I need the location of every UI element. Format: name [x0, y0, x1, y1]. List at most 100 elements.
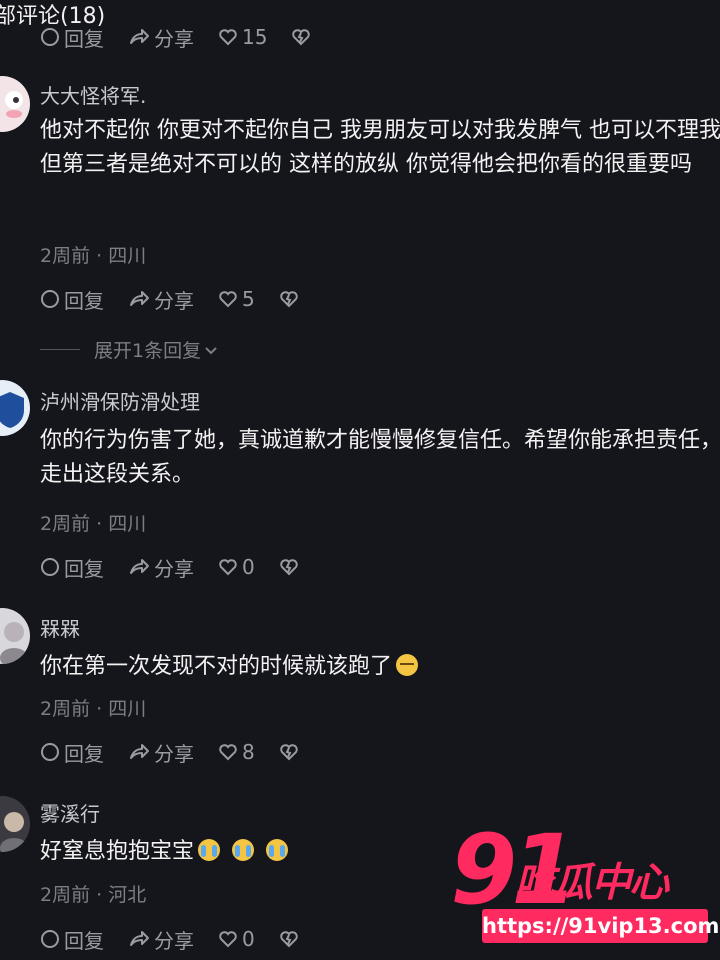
like-button[interactable]: 0 — [218, 555, 255, 579]
prev-comment-actions: 回复 分享 15 — [40, 23, 339, 52]
comment-username[interactable]: 大大怪将军. — [40, 80, 146, 109]
heart-icon — [219, 931, 237, 948]
share-label: 分享 — [154, 556, 194, 581]
comment-time: 2周前 — [40, 698, 91, 720]
comment-username[interactable]: 槑槑 — [40, 613, 80, 642]
comment-actions: 回复 分享 8 — [40, 738, 327, 767]
share-label: 分享 — [154, 741, 194, 766]
sleepy-face-emoji-icon — [396, 654, 419, 676]
avatar[interactable] — [0, 796, 30, 852]
expand-replies-button[interactable]: 展开1条回复 — [40, 336, 219, 363]
dislike-button[interactable] — [279, 929, 303, 949]
broken-heart-icon — [279, 559, 298, 576]
broken-heart-icon — [279, 744, 298, 761]
comment-time: 2周前 — [40, 245, 91, 267]
comment-icon — [41, 930, 59, 948]
like-button[interactable]: 15 — [218, 25, 267, 49]
heart-icon — [219, 291, 237, 308]
crying-face-emoji-icon — [232, 839, 255, 861]
comment-location: 河北 — [108, 884, 147, 906]
heart-icon — [219, 559, 237, 576]
comment-time: 2周前 — [40, 884, 91, 906]
broken-heart-icon — [292, 29, 311, 46]
cartoon-avatar-icon — [5, 91, 23, 118]
shield-logo-icon — [0, 392, 24, 428]
divider — [40, 349, 80, 350]
like-count: 15 — [242, 25, 268, 49]
comment-meta: 2周前 · 河北 — [40, 884, 147, 906]
share-label: 分享 — [154, 928, 194, 953]
chevron-down-icon — [205, 346, 217, 354]
comment-meta: 2周前 · 四川 — [40, 513, 147, 535]
reply-button[interactable]: 回复 — [40, 925, 104, 954]
like-count: 8 — [242, 740, 255, 764]
heart-icon — [219, 29, 237, 46]
like-button[interactable]: 5 — [218, 287, 255, 311]
watermark-logo-name: 吃瓜中心 — [515, 860, 669, 906]
crying-face-emoji-icon — [198, 839, 221, 861]
like-button[interactable]: 0 — [218, 927, 255, 951]
dislike-button[interactable] — [291, 27, 315, 47]
crying-face-emoji-icon — [266, 839, 289, 861]
comment-icon — [41, 743, 59, 761]
share-label: 分享 — [154, 288, 194, 313]
reply-label: 回复 — [64, 741, 104, 766]
comment-actions: 回复 分享 0 — [40, 553, 327, 582]
avatar[interactable] — [0, 380, 30, 436]
heart-icon — [219, 744, 237, 761]
share-icon — [130, 559, 149, 574]
reply-label: 回复 — [64, 556, 104, 581]
person-avatar-icon — [0, 622, 28, 664]
share-icon — [130, 291, 149, 306]
comment-meta: 2周前 · 四川 — [40, 698, 147, 720]
reply-button[interactable]: 回复 — [40, 285, 104, 314]
comment-text: 你在第一次发现不对的时候就该跑了 — [40, 654, 393, 679]
share-button[interactable]: 分享 — [128, 285, 194, 314]
like-count: 5 — [242, 287, 255, 311]
share-button[interactable]: 分享 — [128, 23, 194, 52]
comment-actions: 回复 分享 5 — [40, 285, 327, 314]
avatar[interactable] — [0, 608, 30, 664]
expand-replies-label: 展开1条回复 — [94, 340, 202, 362]
comment-icon — [41, 558, 59, 576]
comment-icon — [41, 28, 59, 46]
comment-icon — [41, 290, 59, 308]
comment-text-row: 你在第一次发现不对的时候就该跑了 — [40, 650, 720, 684]
comment-username[interactable]: 雾溪行 — [40, 798, 100, 827]
watermark-url: https://91vip13.com — [482, 909, 719, 943]
reply-button[interactable]: 回复 — [40, 738, 104, 767]
comment-actions: 回复 分享 0 — [40, 925, 327, 954]
share-button[interactable]: 分享 — [128, 925, 194, 954]
reply-label: 回复 — [64, 928, 104, 953]
comment-text: 他对不起你 你更对不起你自己 我男朋友可以对我发脾气 也可以不理我 但第三者是绝… — [40, 118, 720, 177]
comment-username[interactable]: 泸州滑保防滑处理 — [40, 386, 200, 415]
comment-text-row: 好窒息抱抱宝宝 — [40, 835, 460, 869]
comment-location: 四川 — [108, 513, 147, 535]
comment-meta: 2周前 · 四川 — [40, 245, 147, 267]
comment-location: 四川 — [108, 698, 147, 720]
reply-button[interactable]: 回复 — [40, 553, 104, 582]
comment-location: 四川 — [108, 245, 147, 267]
reply-label: 回复 — [64, 288, 104, 313]
share-icon — [130, 931, 149, 946]
dislike-button[interactable] — [279, 289, 303, 309]
dislike-button[interactable] — [279, 557, 303, 577]
dislike-button[interactable] — [279, 742, 303, 762]
share-icon — [130, 29, 149, 44]
reply-label: 回复 — [64, 26, 104, 51]
broken-heart-icon — [279, 291, 298, 308]
person-avatar-icon — [0, 812, 28, 852]
share-label: 分享 — [154, 26, 194, 51]
like-count: 0 — [242, 555, 255, 579]
like-button[interactable]: 8 — [218, 740, 255, 764]
comment-text: 你的行为伤害了她，真诚道歉才能慢慢修复信任。希望你能承担责任，走出这段关系。 — [40, 428, 720, 487]
broken-heart-icon — [279, 931, 298, 948]
reply-button[interactable]: 回复 — [40, 23, 104, 52]
comment-time: 2周前 — [40, 513, 91, 535]
avatar[interactable] — [0, 76, 30, 132]
comment-text: 好窒息抱抱宝宝 — [40, 839, 195, 864]
like-count: 0 — [242, 927, 255, 951]
share-button[interactable]: 分享 — [128, 553, 194, 582]
share-icon — [130, 744, 149, 759]
share-button[interactable]: 分享 — [128, 738, 194, 767]
